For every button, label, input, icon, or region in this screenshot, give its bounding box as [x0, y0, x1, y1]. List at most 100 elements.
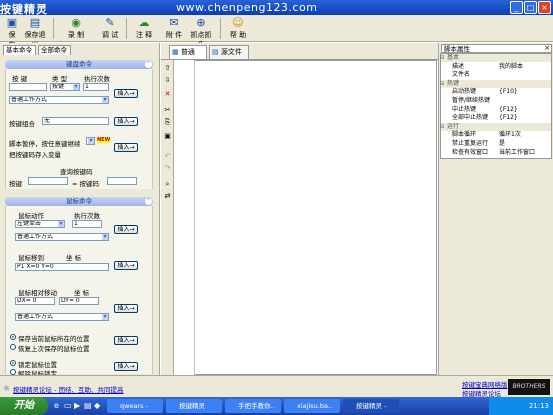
- tab-source-file[interactable]: ▤ 源文件: [209, 45, 249, 59]
- exec-count-input[interactable]: 1: [83, 83, 109, 91]
- restore-position-radio[interactable]: [10, 344, 16, 350]
- dy-input[interactable]: DY= 0: [59, 297, 99, 305]
- tab-normal-view[interactable]: ▦ 普通: [169, 45, 207, 59]
- move-down-icon[interactable]: ⇩: [163, 76, 172, 85]
- insert-combo-button[interactable]: 插入→: [114, 117, 138, 126]
- tab-all-commands[interactable]: 全部命令: [38, 45, 71, 55]
- save-position-radio[interactable]: [10, 334, 16, 340]
- task-tutorial[interactable]: 手把手教你..: [225, 399, 281, 413]
- property-key: 脚本循环: [452, 131, 477, 139]
- property-value[interactable]: {F12}: [499, 114, 518, 122]
- mouse-mode-select[interactable]: 普通工作方式: [15, 233, 109, 241]
- insert-position-button[interactable]: 插入→: [114, 336, 138, 345]
- save-exit-icon: ▤: [29, 16, 41, 29]
- line-gutter: [175, 60, 195, 375]
- quicklaunch-media-icon[interactable]: ▶: [74, 401, 80, 410]
- property-row[interactable]: 描述 我的脚本: [441, 63, 551, 71]
- property-value[interactable]: {F12}: [499, 106, 518, 114]
- dx-input[interactable]: DX= 0: [15, 297, 55, 305]
- insert-rel-button[interactable]: 插入→: [114, 304, 138, 313]
- source-file-icon: ▤: [212, 48, 219, 56]
- property-key: 启动热键: [452, 88, 477, 96]
- script-editor[interactable]: [175, 60, 437, 375]
- insert-lock-button[interactable]: 插入→: [114, 362, 138, 371]
- task-xiajisu[interactable]: xiajisu.ba..: [284, 399, 340, 413]
- redo-icon[interactable]: ↷: [163, 164, 172, 173]
- collapse-icon[interactable]: ⊟: [440, 123, 444, 131]
- mouse-action-select[interactable]: 左键单击: [15, 220, 65, 228]
- property-key: 全部中止热键: [452, 114, 489, 122]
- property-row[interactable]: 启动热键 {F10}: [441, 88, 551, 96]
- collapse-icon[interactable]: ⊟: [440, 80, 444, 88]
- help-button[interactable]: ☺ 帮 助: [228, 17, 248, 40]
- task-anjian[interactable]: 按键精灵: [166, 399, 222, 413]
- property-row[interactable]: 脚本循环 循环1次: [441, 131, 551, 139]
- find-icon[interactable]: ⌕: [163, 180, 172, 189]
- insert-mouse-button[interactable]: 插入→: [114, 225, 138, 234]
- close-panel-icon[interactable]: ×: [544, 44, 550, 52]
- quicklaunch-desktop-icon[interactable]: ▭: [64, 401, 72, 410]
- type-select[interactable]: 按键: [50, 83, 80, 91]
- property-value[interactable]: 是: [499, 140, 505, 148]
- maximize-button[interactable]: □: [524, 1, 537, 14]
- property-key: 中止热键: [452, 105, 477, 113]
- replace-icon[interactable]: ⇄: [163, 192, 172, 201]
- combo-input[interactable]: 无: [42, 117, 109, 125]
- record-button[interactable]: ◉ 录 制: [66, 17, 86, 40]
- property-value[interactable]: 我的脚本: [499, 63, 523, 71]
- insert-pause-button[interactable]: 插入→: [114, 143, 138, 152]
- property-row[interactable]: 禁止重复运行 是: [441, 140, 551, 148]
- attach-button[interactable]: ✉ 附 件: [164, 17, 184, 40]
- comment-button[interactable]: ☁ 注 释: [134, 17, 154, 40]
- forum-link[interactable]: 按键精灵论坛 - 团结、互助、共同提高: [13, 384, 123, 394]
- chevron-up-icon: ⌃: [145, 61, 152, 68]
- close-button[interactable]: ×: [538, 1, 551, 14]
- query-key-label: 按键: [9, 180, 22, 188]
- property-row[interactable]: 中止热键 {F12}: [441, 106, 551, 114]
- move-up-icon[interactable]: ⇧: [163, 64, 172, 73]
- property-grid[interactable]: ⊟ 基本 描述 我的脚本 文件名 ⊟ 热键 启动热键 {F10} 暂停/继续热键 中止热键 {F12}…: [440, 53, 552, 159]
- keyboard-section-header[interactable]: 键盘命令 ⌃: [5, 60, 153, 69]
- property-row[interactable]: 全部中止热键 {F12}: [441, 114, 551, 122]
- query-code-input[interactable]: [107, 177, 137, 185]
- property-value[interactable]: {F10}: [499, 88, 518, 96]
- insert-move-button[interactable]: 插入→: [114, 261, 138, 270]
- minimize-button[interactable]: _: [510, 1, 523, 14]
- debug-button[interactable]: ✎ 调 试: [100, 17, 120, 40]
- toolbar: ▣保 存 ▤保存退出 ◉录 制 ✎调 试 ☁注 释 ✉附 件 ⊕抓点抓色 ☺帮 …: [0, 15, 553, 49]
- task-qwears[interactable]: qwears -: [107, 399, 163, 413]
- property-value[interactable]: 当前工作窗口: [499, 149, 535, 157]
- tab-basic-commands[interactable]: 基本命令: [3, 45, 36, 55]
- cut-icon[interactable]: ✂: [163, 106, 172, 115]
- mouse-section: 鼠标动作 执行次数 左键单击 1 普通工作方式 插入→ 鼠标移到 坐 标 P1 …: [5, 206, 153, 378]
- mouse-section-header[interactable]: 鼠标命令 ⌃: [5, 197, 153, 206]
- quicklaunch-app-icon[interactable]: ◆: [94, 401, 100, 410]
- key-input[interactable]: [9, 83, 47, 91]
- task-anjian-active[interactable]: 按键精灵 -: [343, 399, 399, 413]
- mouse-count-input[interactable]: 1: [72, 220, 102, 228]
- system-tray: 21:13: [489, 397, 553, 415]
- delete-icon[interactable]: ✕: [163, 90, 172, 99]
- property-row[interactable]: 检查有效窗口 当前工作窗口: [441, 149, 551, 157]
- keyboard-section: 按 键 类 型 执行次数 按键 1 普通工作方式 插入→ 按键组合 无 插入→ …: [5, 69, 153, 189]
- combo-label: 按键组合: [9, 120, 35, 128]
- move-coord-input[interactable]: P1 X=0 Y=0: [15, 263, 109, 271]
- query-key-input[interactable]: [28, 177, 68, 185]
- collapse-icon[interactable]: ⊟: [440, 54, 444, 62]
- quicklaunch-ie-icon[interactable]: e: [54, 401, 59, 410]
- property-value[interactable]: 循环1次: [499, 131, 521, 139]
- copy-icon[interactable]: ⎘: [163, 118, 172, 127]
- property-key: 运行: [447, 122, 460, 130]
- rel-mode-select[interactable]: 普通工作方式: [15, 313, 109, 321]
- record-icon: ◉: [71, 16, 81, 29]
- start-button[interactable]: 开始: [0, 397, 48, 415]
- property-row[interactable]: 暂停/继续热键: [441, 97, 551, 105]
- pause-select[interactable]: [86, 137, 95, 145]
- work-mode-select[interactable]: 普通工作方式: [9, 96, 109, 104]
- lock-mouse-radio[interactable]: [10, 360, 16, 366]
- quicklaunch-folder-icon[interactable]: ▤: [84, 401, 92, 410]
- undo-icon[interactable]: ↶: [163, 152, 172, 161]
- insert-key-button[interactable]: 插入→: [114, 89, 138, 98]
- paste-icon[interactable]: ▣: [163, 132, 172, 141]
- property-row[interactable]: 文件名: [441, 71, 551, 79]
